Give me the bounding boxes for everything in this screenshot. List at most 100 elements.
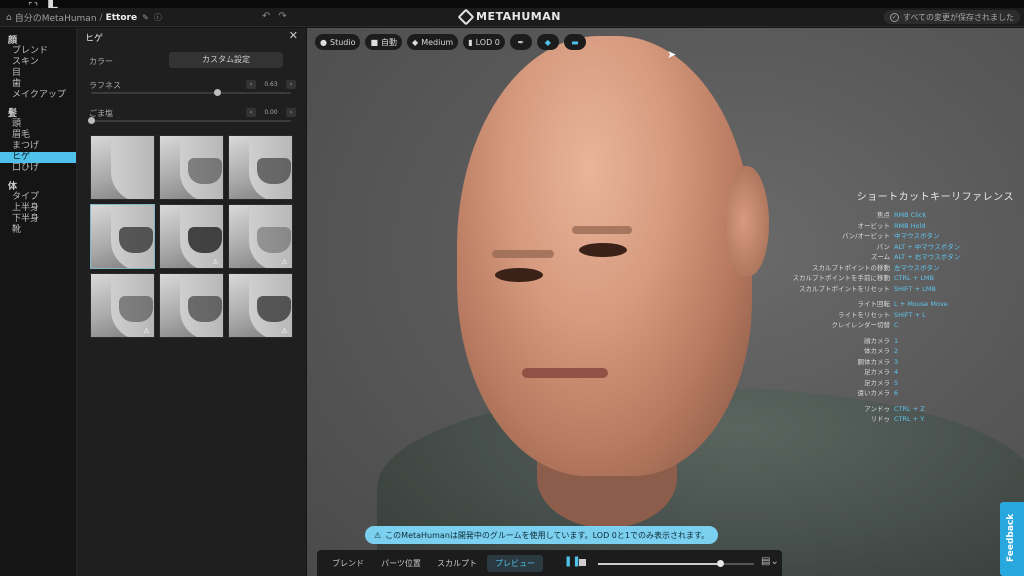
info-icon[interactable]: ⓘ [154, 12, 162, 23]
shortcut-action: スカルプトポイントの移動 [812, 263, 890, 272]
salt-pepper-value[interactable]: 0.00 [260, 109, 282, 116]
nav-item[interactable]: スキン [0, 57, 76, 68]
redo-icon[interactable]: ↷ [278, 11, 286, 22]
bottom-bar: ブレンド パーツ位置 スカルプト プレビュー ❚❚ ▤⌄ [317, 550, 782, 576]
shortcut-action: スカルプトポイントを手前に移動 [792, 274, 891, 282]
right-eye-render [579, 243, 627, 257]
timeline-knob[interactable] [716, 560, 724, 567]
nav-item[interactable]: タイプ [0, 192, 76, 203]
nav-item[interactable]: ヒゲ [0, 152, 76, 163]
feedback-label: Feedback [1006, 513, 1016, 562]
shortcut-key: 2 [894, 347, 899, 355]
shortcut-row: リドゥ CTRL + Y [754, 414, 1014, 425]
beard-thumbnail[interactable]: ⚠ [228, 273, 293, 338]
nav-group-title: 体 [8, 182, 18, 192]
thumbnail-beard-render [188, 296, 222, 322]
mouth-render [522, 368, 608, 378]
feedback-button[interactable]: Feedback [1000, 502, 1024, 576]
shortcut-key: SHIFT + L [894, 310, 926, 319]
app-root: ⛶ ▙ ⌂ 自分のMetaHuman / Ettore ✎ ⓘ ↶ ↷ META… [0, 0, 1024, 576]
shortcut-row: 足カメラ 4 [754, 367, 1014, 378]
color-label: カラー [89, 57, 113, 66]
shortcut-key: 1 [894, 336, 899, 345]
chevron-left-icon[interactable]: ‹ [246, 80, 256, 89]
chevron-right-icon[interactable]: › [286, 80, 296, 89]
shortcut-key: ALT + 右マウスボタン [894, 253, 961, 261]
nav-item[interactable]: 頭 [0, 119, 76, 130]
shortcut-row: 体カメラ 2 [754, 346, 1014, 357]
beard-thumbnail[interactable]: ⚠ [228, 204, 293, 269]
header-bar: ⌂ 自分のMetaHuman / Ettore ✎ ⓘ ↶ ↷ METAHUMA… [0, 8, 1024, 27]
auto-camera-button[interactable]: ■ 自動 [365, 34, 403, 50]
roughness-slider[interactable] [91, 89, 291, 96]
home-icon[interactable]: ⌂ [6, 13, 12, 23]
shortcut-action: 足カメラ [864, 368, 890, 376]
shortcut-row: 遠いカメラ 6 [754, 388, 1014, 399]
salt-pepper-stepper: ‹ 0.00 › [246, 108, 296, 117]
save-status-badge: ✓ すべての変更が保存されました [883, 10, 1020, 24]
undo-icon[interactable]: ↶ [262, 11, 270, 22]
keyboard-icon[interactable]: ▬ [563, 34, 586, 50]
tab-sculpt[interactable]: スカルプト [431, 555, 483, 572]
shortcut-action: パン/オービット [841, 232, 890, 240]
beard-thumbnail[interactable]: ⚠ [159, 204, 224, 269]
beard-thumbnail[interactable] [228, 135, 293, 200]
nav-item[interactable]: 下半身 [0, 214, 76, 225]
close-icon[interactable]: ✕ [289, 29, 298, 42]
shortcut-row: ズーム ALT + 右マウスボタン [754, 252, 1014, 263]
nav-item[interactable]: 靴 [0, 225, 76, 236]
left-brow-render [492, 250, 554, 258]
stop-icon[interactable] [579, 559, 586, 566]
nav-item[interactable]: 上半身 [0, 203, 76, 214]
notice-text: このMetaHumanは開発中のグルームを使用しています。LOD 0と1でのみ表… [385, 530, 710, 540]
roughness-value[interactable]: 0.63 [260, 81, 282, 88]
playback-timeline[interactable] [598, 560, 754, 567]
studio-button[interactable]: ● Studio [315, 34, 361, 50]
groom-icon[interactable]: ◆ [536, 34, 559, 50]
shortcut-row: アンドゥ CTRL + Z [754, 404, 1014, 415]
shortcut-action: スカルプトポイントをリセット [799, 284, 890, 293]
left-nav: 顔ブレンド スキン目歯メイクアップ髪頭眉毛 まつげ ヒゲ 口ひげ体タイプ 上半身 下半身靴 [0, 28, 76, 576]
breadcrumb-root[interactable]: 自分のMetaHuman [15, 11, 97, 24]
groom-panel: ヒゲ ✕ カラー カスタム設定 ラフネス ‹ 0.63 › ごま塩 ‹ 0.00… [76, 28, 306, 576]
lod-button[interactable]: ▮ LOD 0 [463, 34, 505, 50]
chevron-left-icon[interactable]: ‹ [246, 108, 256, 117]
os-strip [0, 0, 1024, 8]
nav-item[interactable]: 目 [0, 68, 76, 79]
nav-item[interactable]: 眉毛 [0, 130, 76, 141]
mouse-cursor-icon: ➤ [667, 48, 677, 61]
beard-thumbnail[interactable]: ⚠ [90, 273, 155, 338]
shortcut-row: クレイレンダー切替 C [754, 320, 1014, 331]
roughness-label: ラフネス [89, 81, 121, 90]
beard-thumbnail[interactable] [90, 135, 155, 200]
beard-thumbnail[interactable] [90, 204, 155, 269]
shortcut-key: SHIFT + LMB [894, 284, 936, 293]
nav-item[interactable]: まつげ [0, 141, 76, 152]
beard-thumbnail[interactable] [159, 273, 224, 338]
custom-color-button[interactable]: カスタム設定 [169, 52, 283, 68]
thumbnail-beard-render [188, 227, 222, 253]
warning-icon: ⚠ [143, 327, 150, 335]
chevron-right-icon[interactable]: › [286, 108, 296, 117]
film-clip-icon[interactable]: ▤⌄ [761, 556, 779, 567]
tab-preview[interactable]: プレビュー [487, 555, 543, 572]
tab-blend[interactable]: ブレンド [325, 555, 371, 572]
salt-pepper-slider-knob[interactable] [88, 117, 95, 124]
quality-button[interactable]: ◆ Medium [407, 34, 459, 50]
shortcut-action: 胴体カメラ [857, 357, 891, 366]
nav-item[interactable]: ブレンド [0, 46, 76, 57]
pen-tool-icon[interactable]: ✒ [509, 34, 532, 50]
shortcut-row: オービット RMB Hold [754, 221, 1014, 232]
shortcut-key: L + Mouse Move [894, 300, 948, 308]
auto-label: 自動 [381, 37, 398, 47]
edit-icon[interactable]: ✎ [142, 13, 149, 22]
beard-thumbnail[interactable] [159, 135, 224, 200]
nav-item[interactable]: 口ひげ [0, 163, 76, 174]
salt-pepper-slider[interactable] [88, 117, 291, 124]
roughness-slider-knob[interactable] [214, 89, 221, 96]
nav-item[interactable]: メイクアップ [0, 90, 76, 101]
viewport[interactable]: ● Studio ■ 自動 ◆ Medium ▮ LOD 0 ✒ ◆ ▬ ➤ ショートカ… [307, 28, 1024, 576]
nav-item[interactable]: 歯 [0, 79, 76, 90]
tab-parts-position[interactable]: パーツ位置 [375, 555, 427, 572]
breadcrumb-current: Ettore [105, 12, 138, 23]
